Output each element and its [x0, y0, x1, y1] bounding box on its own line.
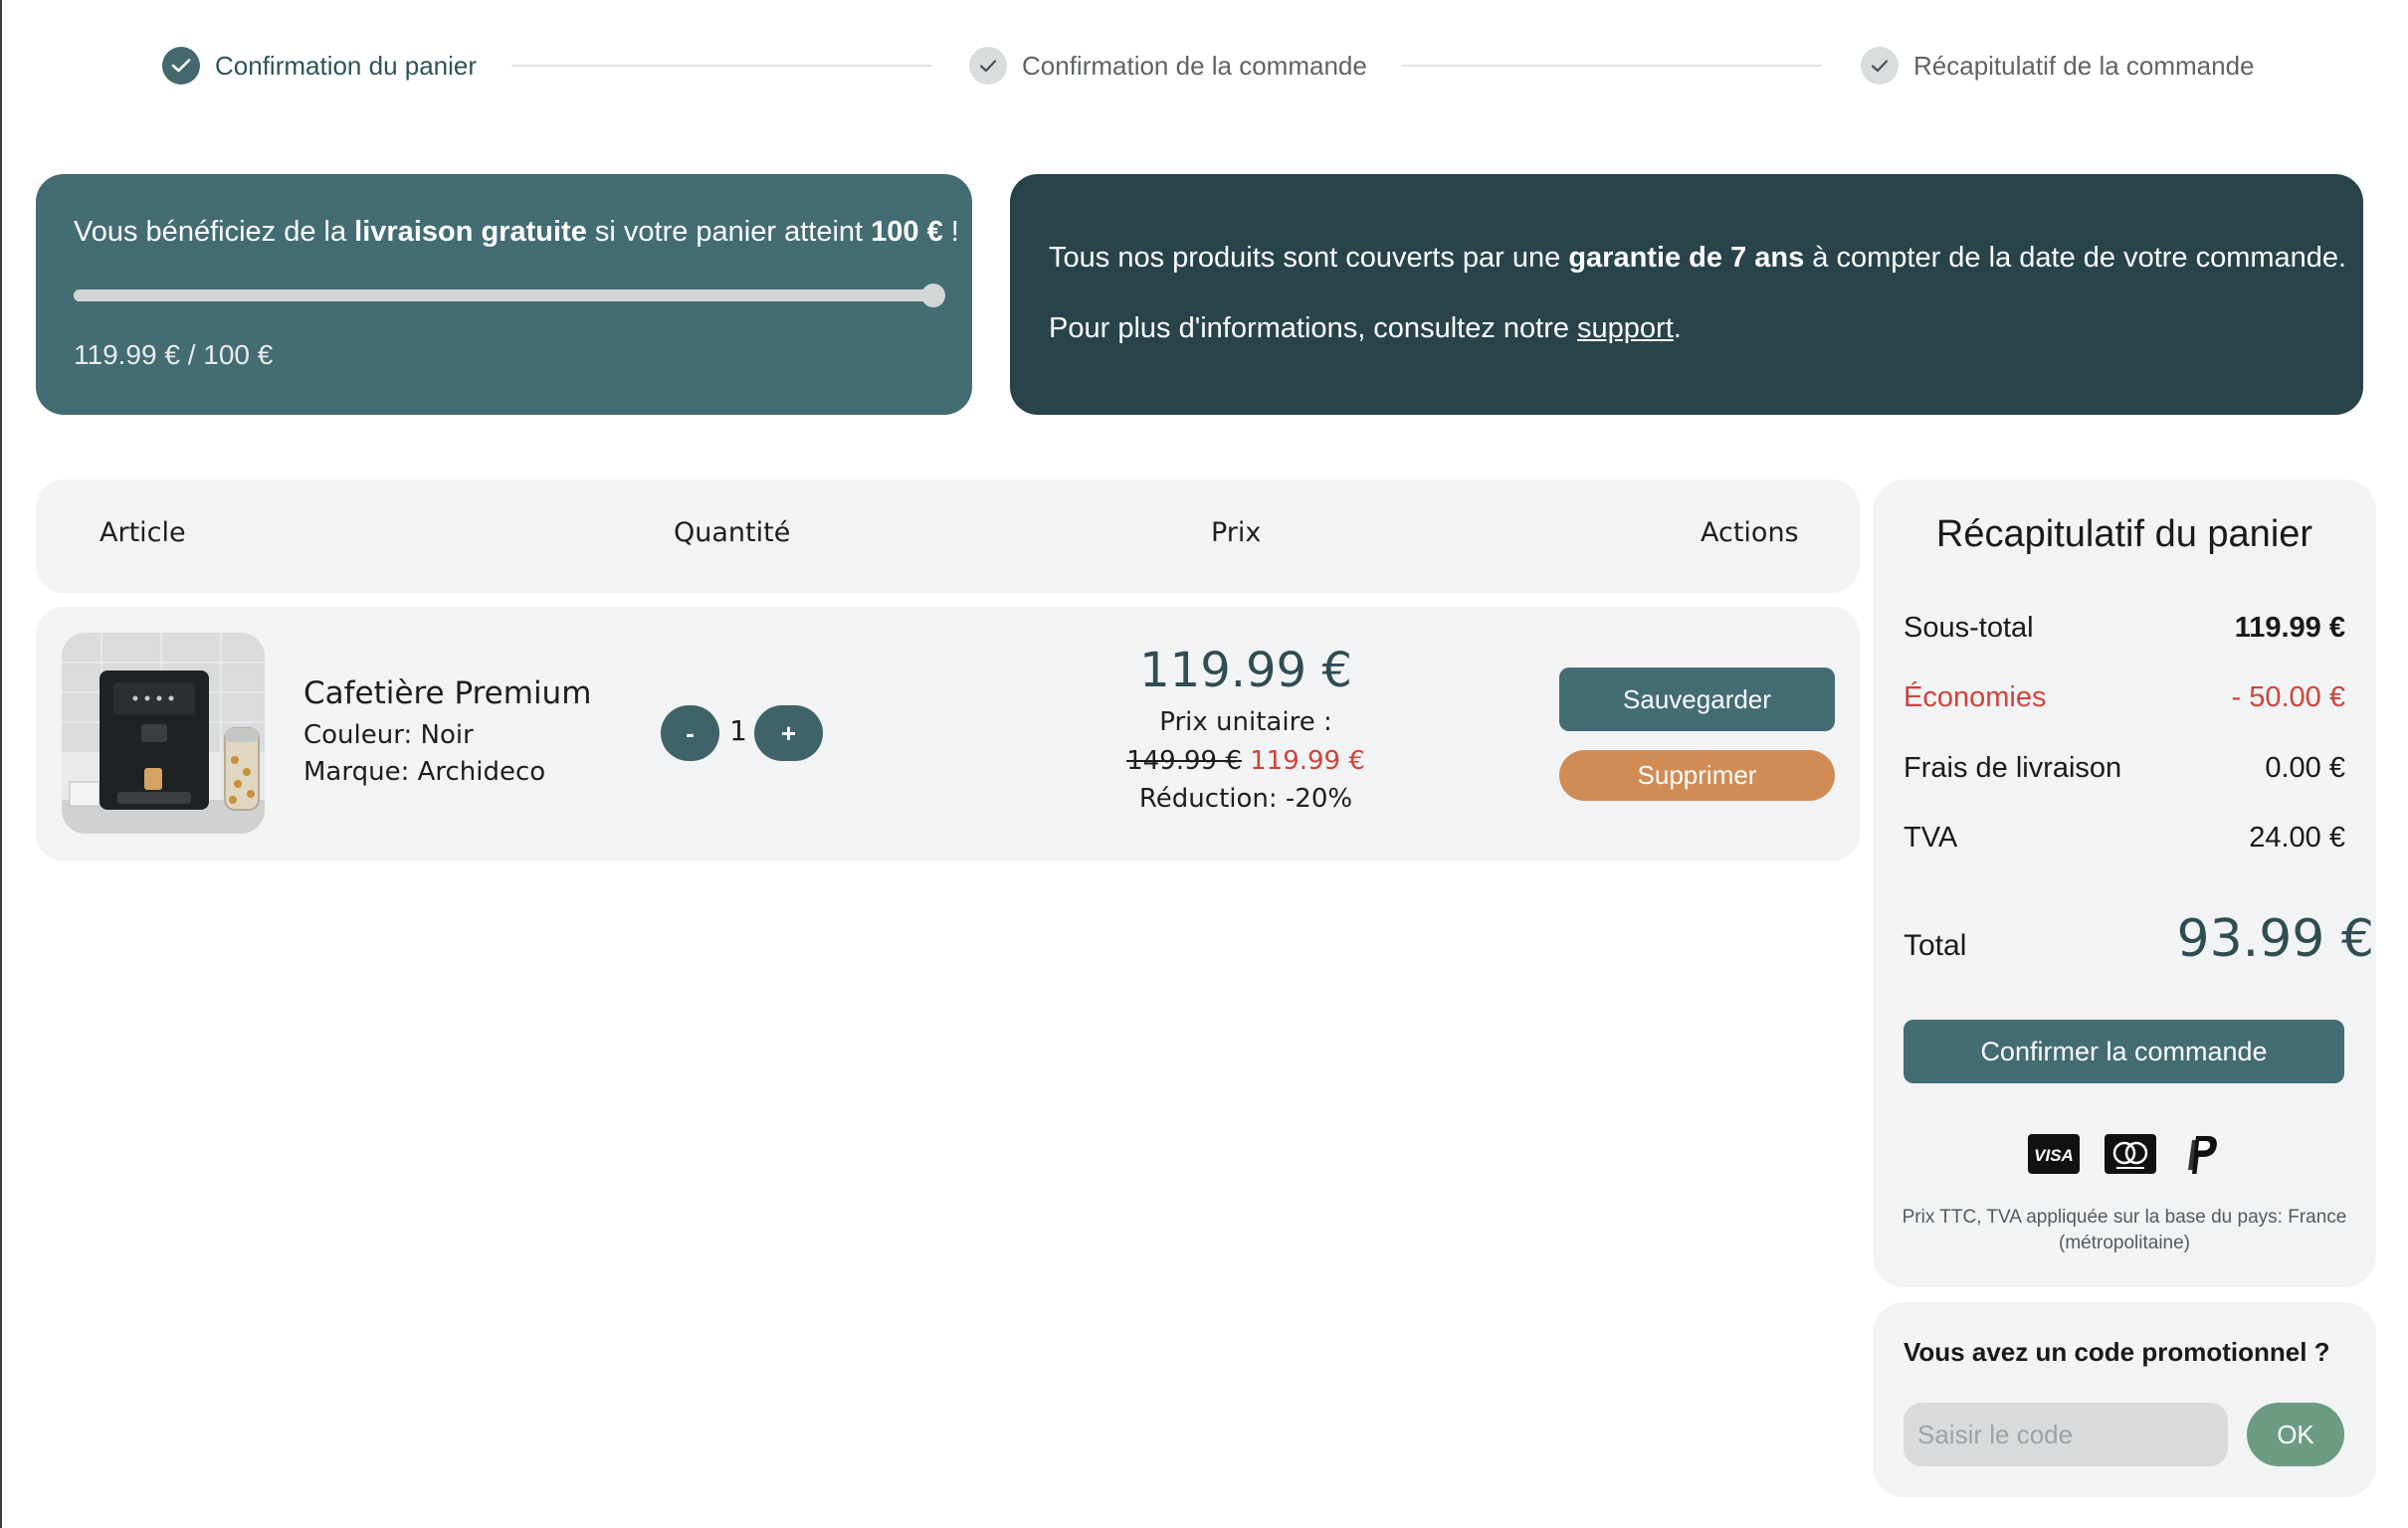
check-icon: [162, 47, 200, 85]
free-shipping-amount: 119.99 € / 100 €: [74, 339, 274, 370]
product-brand: Marque: Archideco: [303, 757, 546, 787]
item-price: 119.99 €: [1139, 643, 1352, 698]
confirm-order-button[interactable]: Confirmer la commande: [1904, 1020, 2344, 1083]
product-name: Cafetière Premium: [303, 675, 592, 711]
total-label: Total: [1904, 929, 1967, 962]
shipping-fee-value: 0.00 €: [2265, 752, 2345, 784]
old-price: 149.99 €: [1126, 746, 1242, 776]
unit-price-values: 149.99 € 119.99 €: [1097, 746, 1395, 776]
promo-title: Vous avez un code promotionnel ?: [1904, 1337, 2330, 1367]
column-header-price: Prix: [1211, 517, 1262, 548]
warranty-support-text: Pour plus d'informations, consultez notr…: [1049, 312, 1682, 344]
savings-label: Économies: [1904, 681, 2047, 713]
step-label: Récapitulatif de la commande: [1913, 50, 2255, 81]
new-price: 119.99 €: [1250, 746, 1365, 776]
total-value: 93.99 €: [2176, 909, 2374, 969]
vat-label: TVA: [1904, 822, 1958, 854]
quantity-value: 1: [729, 714, 747, 747]
visa-text: VISA: [2034, 1146, 2074, 1165]
discount-text: Réduction: -20%: [1138, 784, 1353, 814]
shipping-fee-row: Frais de livraison 0.00 €: [1904, 752, 2345, 792]
vat-value: 24.00 €: [2249, 822, 2345, 854]
product-color: Couleur: Noir: [303, 720, 474, 750]
promo-code-input[interactable]: [1904, 1403, 2228, 1466]
step-order-summary[interactable]: Récapitulatif de la commande: [1861, 46, 2255, 86]
unit-price-label: Prix unitaire :: [1159, 707, 1332, 737]
vat-row: TVA 24.00 €: [1904, 822, 2345, 861]
column-header-article: Article: [100, 517, 186, 548]
support-link[interactable]: support: [1577, 312, 1674, 344]
warranty-text: Tous nos produits sont couverts par une …: [1049, 242, 2347, 274]
quantity-decrease-button[interactable]: -: [661, 705, 719, 761]
step-label: Confirmation de la commande: [1022, 50, 1367, 81]
quantity-increase-button[interactable]: +: [754, 705, 823, 761]
free-shipping-progress: [74, 284, 945, 307]
check-icon: [1861, 47, 1899, 85]
promo-submit-button[interactable]: OK: [2247, 1403, 2344, 1466]
vat-note: Prix TTC, TVA appliquée sur la base du p…: [1902, 1207, 2347, 1253]
step-cart-confirmation[interactable]: Confirmation du panier: [162, 46, 477, 86]
subtotal-label: Sous-total: [1904, 612, 2034, 644]
step-connector: [511, 65, 932, 67]
save-button[interactable]: Sauvegarder: [1559, 668, 1835, 731]
promo-code-card: [1873, 1302, 2376, 1497]
summary-title: Récapitulatif du panier: [1935, 513, 2313, 555]
subtotal-row: Sous-total 119.99 €: [1904, 612, 2345, 652]
coffee-machine-image: [62, 633, 265, 834]
savings-value: - 50.00 €: [2231, 681, 2345, 713]
shipping-fee-label: Frais de livraison: [1904, 752, 2122, 784]
delete-button[interactable]: Supprimer: [1559, 750, 1835, 801]
savings-row: Économies - 50.00 €: [1904, 681, 2345, 721]
step-order-confirmation[interactable]: Confirmation de la commande: [969, 46, 1367, 86]
progress-knob: [921, 284, 945, 307]
mastercard-icon: [2105, 1132, 2156, 1176]
cart-table-header: [36, 479, 1860, 593]
checkout-stepper: Confirmation du panier Confirmation de l…: [2, 0, 2408, 131]
warranty-banner: [1010, 174, 2363, 415]
column-header-quantity: Quantité: [674, 517, 791, 548]
step-connector: [1401, 65, 1822, 67]
free-shipping-text: Vous bénéficiez de la livraison gratuite…: [74, 216, 959, 248]
visa-icon: VISA: [2028, 1132, 2080, 1176]
subtotal-value: 119.99 €: [2234, 612, 2345, 644]
paypal-icon: [2181, 1132, 2221, 1176]
progress-fill: [74, 289, 933, 301]
column-header-actions: Actions: [1701, 517, 1799, 548]
check-icon: [969, 47, 1007, 85]
step-label: Confirmation du panier: [215, 50, 478, 81]
